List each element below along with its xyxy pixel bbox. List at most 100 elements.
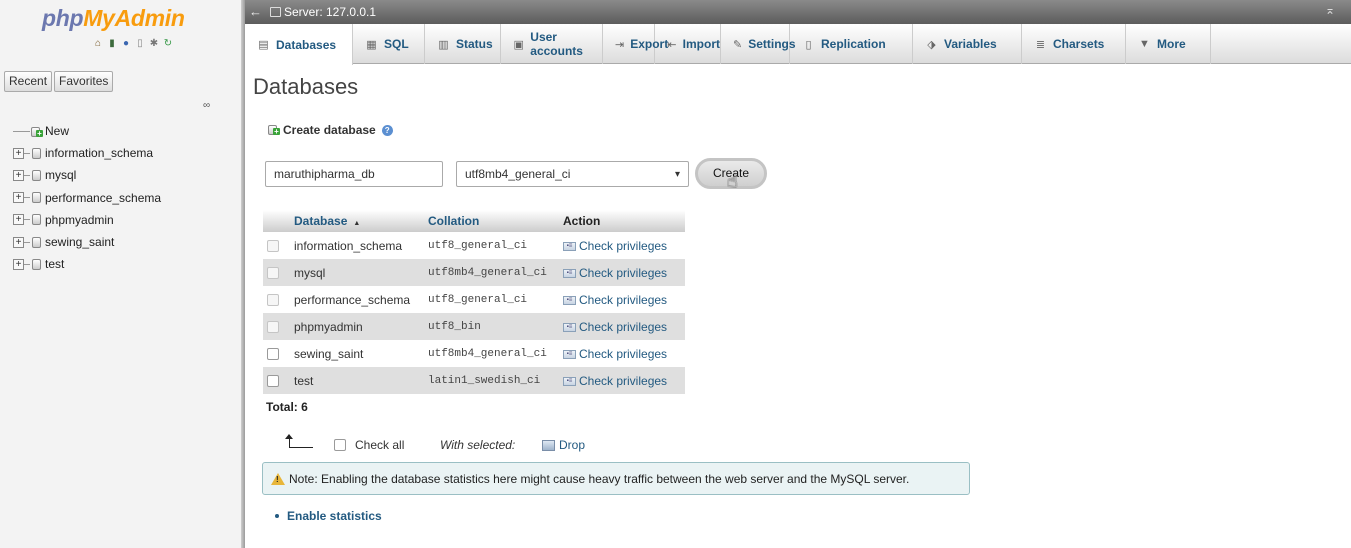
tree-connector: [13, 130, 30, 132]
collation-select-value: utf8mb4_general_ci: [465, 167, 571, 181]
row-select-cell: [263, 340, 290, 367]
check-privileges-link[interactable]: ▪≡ Check privileges: [559, 232, 685, 259]
database-name-cell[interactable]: test: [290, 367, 424, 394]
database-name-cell[interactable]: information_schema: [290, 232, 424, 259]
tab-sql[interactable]: ▦ SQL: [353, 24, 425, 64]
tab-label: Charsets: [1053, 37, 1105, 51]
privileges-icon: ▪≡: [563, 295, 576, 305]
tab-more[interactable]: ▼ More: [1126, 24, 1211, 64]
tab-export[interactable]: ⇥ Export: [603, 24, 668, 64]
tab-charsets[interactable]: ≣ Charsets: [1022, 24, 1126, 64]
tree-item-information-schema[interactable]: + information_schema: [12, 142, 161, 164]
database-icon: ▤: [258, 39, 269, 51]
table-row: sewing_saint utf8mb4_general_ci ▪≡ Check pr…: [263, 340, 685, 367]
docs-icon[interactable]: ▯: [134, 37, 146, 49]
check-privileges-link[interactable]: ▪≡ Check privileges: [559, 367, 685, 394]
favorites-button[interactable]: Favorites: [54, 71, 114, 92]
database-name-cell[interactable]: phpmyadmin: [290, 313, 424, 340]
recent-button[interactable]: Recent: [4, 71, 53, 92]
tab-replication[interactable]: ▯ Replication: [790, 24, 913, 64]
check-privileges-link[interactable]: ▪≡ Check privileges: [559, 259, 685, 286]
tree-item-label: New: [45, 124, 70, 139]
logo-text-myadmin: MyAdmin: [83, 5, 185, 31]
row-checkbox[interactable]: [267, 294, 279, 307]
server-breadcrumb[interactable]: Server: 127.0.0.1: [270, 5, 376, 19]
navigation-resizer[interactable]: [241, 0, 245, 548]
tab-status[interactable]: ▥ Status: [425, 24, 501, 64]
help-icon[interactable]: ●: [120, 37, 132, 49]
enable-statistics-link[interactable]: Enable statistics: [275, 509, 382, 523]
check-privileges-label: Check privileges: [579, 346, 668, 361]
scroll-top-icon[interactable]: ⌅: [1325, 3, 1335, 17]
database-name-input[interactable]: [265, 161, 443, 187]
tree-item-test[interactable]: + test: [12, 253, 161, 275]
home-icon[interactable]: ⌂: [92, 37, 104, 49]
collapse-nav-arrow-icon[interactable]: ←: [249, 4, 262, 19]
collation-select[interactable]: utf8mb4_general_ci ▾: [456, 161, 689, 187]
check-privileges-link[interactable]: ▪≡ Check privileges: [559, 286, 685, 313]
database-column-header[interactable]: Database ▲: [290, 210, 424, 232]
check-all-checkbox[interactable]: [334, 439, 346, 451]
charsets-icon: ≣: [1035, 38, 1046, 51]
check-privileges-link[interactable]: ▪≡ Check privileges: [559, 340, 685, 367]
tab-user-accounts[interactable]: ▣ User accounts: [501, 24, 603, 64]
tab-import[interactable]: ⇤ Import: [655, 24, 721, 64]
collation-cell: latin1_swedish_ci: [424, 367, 559, 394]
check-privileges-label: Check privileges: [579, 319, 668, 334]
database-icon: [32, 236, 41, 248]
row-checkbox[interactable]: [267, 321, 279, 334]
main-menu-tabs: ▤ Databases ▦ SQL ▥ Status ▣ User accounts ⇥ Expo…: [245, 24, 1351, 65]
collation-cell: utf8mb4_general_ci: [424, 259, 559, 286]
table-row: performance_schema utf8_general_ci ▪≡ Check…: [263, 286, 685, 313]
tab-label: Databases: [276, 37, 337, 52]
reload-icon[interactable]: ↻: [162, 37, 174, 49]
database-name-cell[interactable]: performance_schema: [290, 286, 424, 313]
help-icon[interactable]: ?: [381, 124, 393, 136]
tab-variables[interactable]: ⬗ Variables: [913, 24, 1022, 64]
top-breadcrumb-bar: ← Server: 127.0.0.1 ⌅: [245, 0, 1351, 24]
drop-icon: [542, 439, 555, 451]
row-checkbox[interactable]: [267, 240, 279, 253]
expand-icon[interactable]: +: [13, 258, 24, 270]
database-name-cell[interactable]: mysql: [290, 259, 424, 286]
link-with-main-icon[interactable]: ∞: [203, 100, 210, 111]
collation-column-header[interactable]: Collation: [424, 210, 559, 232]
tab-settings[interactable]: ✎ Settings: [721, 24, 796, 64]
navigation-panel: phpMyAdmin ⌂ ▮ ● ▯ ✱ ↻ Recent Favorites …: [0, 0, 241, 548]
drop-label: Drop: [559, 438, 586, 452]
check-all-control[interactable]: Check all: [334, 438, 404, 452]
settings-icon[interactable]: ✱: [148, 37, 160, 49]
expand-icon[interactable]: +: [13, 214, 24, 226]
collation-cell: utf8mb4_general_ci: [428, 347, 547, 360]
expand-icon[interactable]: +: [13, 236, 24, 248]
tree-item-mysql[interactable]: + mysql: [12, 164, 161, 186]
database-icon: [32, 192, 41, 204]
database-name-cell[interactable]: sewing_saint: [290, 340, 424, 367]
arrow-up-icon: [283, 434, 313, 450]
privileges-icon: ▪≡: [563, 268, 576, 278]
check-privileges-link[interactable]: ▪≡ Check privileges: [559, 313, 685, 340]
create-database-heading: + Create database ?: [267, 123, 393, 137]
row-select-cell: [263, 259, 290, 286]
row-checkbox[interactable]: [267, 267, 279, 280]
tree-item-new[interactable]: + New: [12, 120, 161, 142]
tree-item-performance-schema[interactable]: + performance_schema: [12, 187, 161, 209]
databases-table-body: information_schema utf8_general_ci ▪≡ Check…: [263, 232, 685, 394]
table-row: mysql utf8mb4_general_ci ▪≡ Check privilege…: [263, 259, 685, 286]
wrench-icon: ✎: [733, 38, 743, 51]
with-selected-label: With selected:: [440, 438, 516, 452]
tree-item-sewing-saint[interactable]: + sewing_saint: [12, 231, 161, 253]
tree-item-phpmyadmin[interactable]: + phpmyadmin: [12, 209, 161, 231]
expand-icon[interactable]: +: [13, 192, 24, 204]
row-checkbox[interactable]: [267, 375, 279, 388]
row-checkbox[interactable]: [267, 348, 279, 361]
row-select-cell: [263, 286, 290, 313]
server-icon: [270, 7, 281, 17]
expand-icon[interactable]: +: [13, 169, 24, 181]
drop-button[interactable]: Drop: [542, 438, 585, 452]
expand-icon[interactable]: +: [13, 147, 24, 159]
phpmyadmin-logo[interactable]: phpMyAdmin: [42, 5, 185, 32]
more-caret-icon: ▼: [1139, 38, 1150, 50]
exit-icon[interactable]: ▮: [106, 37, 118, 49]
tab-databases[interactable]: ▤ Databases: [245, 24, 353, 65]
